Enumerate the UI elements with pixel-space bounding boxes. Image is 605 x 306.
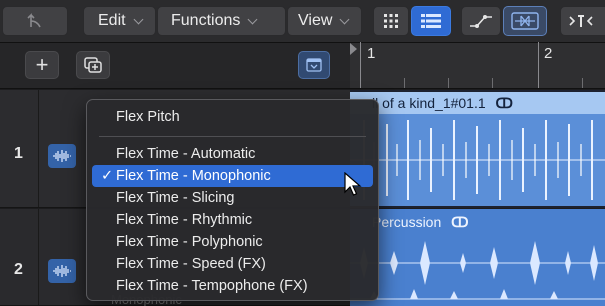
automation-icon: [470, 15, 492, 28]
edit-menu[interactable]: Edit: [83, 6, 156, 36]
audio-track-icon: [48, 144, 76, 168]
grid-view-icon: [384, 14, 398, 28]
catch-playhead-button[interactable]: [2, 6, 68, 36]
plus-icon: +: [35, 52, 49, 77]
add-track-button[interactable]: +: [25, 51, 59, 79]
grid-view-button[interactable]: [373, 6, 409, 36]
track-number: 2: [14, 261, 23, 278]
duplicate-track-button[interactable]: [76, 51, 110, 79]
waveform-icon: [53, 265, 71, 277]
view-menu[interactable]: View: [287, 6, 362, 36]
menu-item-label: Flex Time - Tempophone (FX): [116, 278, 308, 294]
list-view-icon: [421, 14, 441, 28]
flex-mode-menu: Flex Pitch Flex Time - Automatic ✓ Flex …: [86, 99, 379, 301]
menu-item-label: Flex Time - Rhythmic: [116, 212, 253, 228]
menu-item-label: Flex Pitch: [116, 109, 180, 125]
duplicate-track-icon: [84, 57, 102, 73]
loop-icon: ↀ: [495, 95, 513, 111]
timeline-ruler[interactable]: 1 2: [350, 42, 605, 89]
menu-item-flex-time-slicing[interactable]: Flex Time - Slicing: [92, 187, 373, 209]
list-view-button[interactable]: [411, 6, 451, 36]
ruler-tick: [582, 78, 583, 88]
audio-region[interactable]: Percussion ↀ: [350, 209, 605, 306]
ruler-tick: [492, 78, 493, 88]
checkmark-icon: ✓: [101, 168, 114, 184]
snap-button[interactable]: [560, 6, 605, 36]
track-divider: [38, 209, 39, 305]
menu-item-label: Flex Time - Speed (FX): [116, 256, 266, 272]
loop-icon: ↀ: [451, 214, 469, 230]
chevron-down-icon: [133, 14, 144, 24]
automation-button[interactable]: [461, 6, 501, 36]
region-name: Percussion: [372, 214, 442, 230]
chevron-down-icon: [339, 14, 350, 24]
ruler-tick: [360, 42, 361, 88]
chevron-down-icon: [247, 14, 258, 24]
snap-icon: [569, 15, 593, 27]
audio-track-icon: [48, 259, 76, 283]
menu-item-label: Flex Time - Monophonic: [116, 168, 271, 184]
ruler-bar-number: 2: [544, 45, 553, 62]
catch-playhead-icon: [27, 13, 41, 28]
region-header[interactable]: ll of a kind_1#01.1 ↀ: [350, 92, 605, 114]
ruler-bar-number: 1: [367, 45, 376, 62]
ruler-tick: [538, 42, 539, 88]
ruler-tick: [404, 78, 405, 88]
main-toolbar: Edit Functions View: [0, 0, 605, 43]
menu-separator: [99, 136, 366, 137]
view-menu-label: View: [298, 12, 333, 29]
region-title: Percussion ↀ: [372, 214, 469, 231]
flex-button[interactable]: [503, 6, 547, 36]
menu-item-label: Flex Time - Automatic: [116, 146, 256, 162]
track-header-toolbar: +: [0, 43, 350, 89]
menu-item-flex-pitch[interactable]: Flex Pitch: [92, 106, 373, 128]
track-number: 1: [14, 145, 23, 162]
region-title: ll of a kind_1#01.1 ↀ: [372, 95, 513, 112]
menu-item-label: Flex Time - Polyphonic: [116, 234, 263, 250]
region-waveform: [350, 120, 605, 200]
menu-item-flex-time-monophonic[interactable]: ✓ Flex Time - Monophonic: [92, 165, 373, 187]
menu-item-flex-time-rhythmic[interactable]: Flex Time - Rhythmic: [92, 209, 373, 231]
mouse-pointer-icon: [344, 172, 362, 196]
menu-item-label: Flex Time - Slicing: [116, 190, 235, 206]
waveform-icon: [53, 150, 71, 162]
menu-item-flex-time-automatic[interactable]: Flex Time - Automatic: [92, 143, 373, 165]
region-waveform: [350, 241, 605, 300]
menu-item-flex-time-speed[interactable]: Flex Time - Speed (FX): [92, 253, 373, 275]
region-name: ll of a kind_1#01.1: [372, 95, 486, 111]
ruler-tick: [448, 78, 449, 88]
edit-menu-label: Edit: [98, 12, 126, 29]
functions-menu[interactable]: Functions: [157, 6, 286, 36]
menu-item-flex-time-polyphonic[interactable]: Flex Time - Polyphonic: [92, 231, 373, 253]
playhead-marker-icon: [350, 43, 357, 55]
menu-item-flex-time-tempophone[interactable]: Flex Time - Tempophone (FX): [92, 275, 373, 297]
audio-region[interactable]: ll of a kind_1#01.1 ↀ: [350, 92, 605, 206]
global-tracks-icon: [306, 58, 322, 72]
global-tracks-button[interactable]: [298, 51, 330, 79]
flex-icon: [511, 12, 539, 30]
functions-menu-label: Functions: [171, 12, 241, 29]
track-divider: [38, 90, 39, 207]
